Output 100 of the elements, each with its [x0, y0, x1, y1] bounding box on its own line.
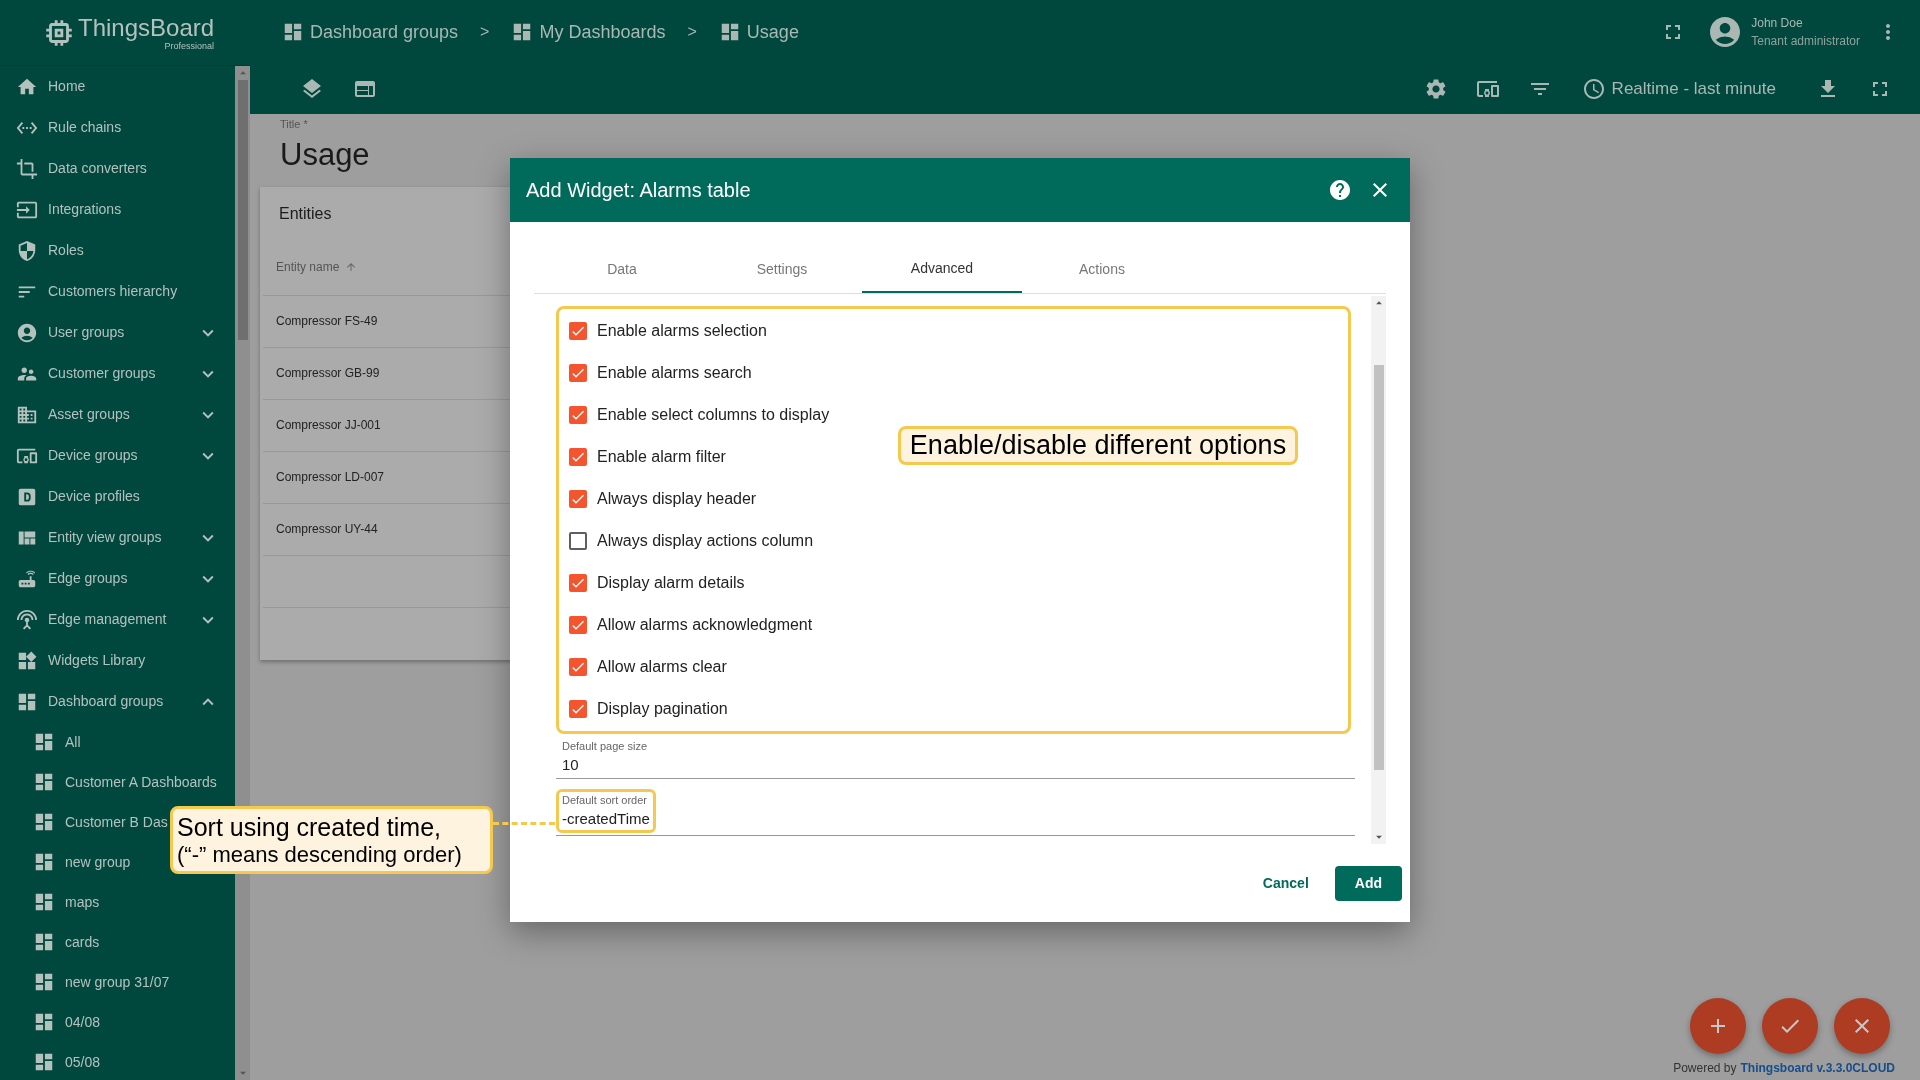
sidebar-subitem[interactable]: maps	[0, 882, 100, 922]
checkbox[interactable]	[569, 658, 587, 676]
logo-edition: Professional	[164, 40, 215, 51]
table-cell-text: Compressor UY-44	[276, 521, 378, 538]
column-header[interactable]: Entity name	[276, 257, 340, 276]
footer-text: Powered by	[1673, 1060, 1737, 1077]
sidebar-subitem[interactable]: All	[0, 722, 81, 762]
sidebar-item[interactable]: Home	[0, 66, 235, 107]
text-field[interactable]: Default page size 10	[556, 738, 1355, 779]
scrollbar-thumb[interactable]	[237, 80, 248, 340]
checkbox-label: Always display header	[597, 489, 757, 509]
checkbox[interactable]	[569, 364, 587, 382]
sidebar-subitem[interactable]: cards	[0, 922, 100, 962]
add-button[interactable]: Add	[1334, 865, 1402, 901]
breadcrumb-separator: >	[480, 22, 490, 42]
sidebar-item[interactable]: Integrations	[0, 189, 235, 230]
sidebar-subitem[interactable]: 04/08	[0, 1002, 101, 1042]
breadcrumb-link[interactable]: My Dashboards	[511, 18, 666, 46]
sidebar-subitem[interactable]: Customer A Dashboards	[0, 762, 217, 802]
dialog-title: Add Widget: Alarms table	[526, 178, 752, 203]
checkbox-label: Enable select columns to display	[597, 405, 830, 425]
dashboard-icon	[33, 971, 55, 993]
sidebar-item[interactable]: Entity view groups	[0, 517, 235, 558]
sidebar-subitem[interactable]: Customer B Das	[0, 802, 168, 842]
sidebar-subitem[interactable]: 05/08	[0, 1042, 101, 1080]
fab-button[interactable]	[1762, 998, 1818, 1054]
dashboard-icon	[33, 1011, 55, 1033]
sort-arrow-icon	[345, 260, 358, 273]
widgets-icon	[16, 649, 38, 672]
sidebar-item[interactable]: Device groups	[0, 435, 235, 476]
sidebar-item[interactable]: Data converters	[0, 148, 235, 189]
checkbox-label: Enable alarms selection	[597, 321, 767, 341]
table-cell-text: Compressor LD-007	[276, 469, 385, 486]
sidebar-item[interactable]: Customers hierarchy	[0, 271, 235, 312]
crop-icon	[16, 157, 38, 180]
sidebar-subitem[interactable]: new group	[0, 842, 131, 882]
checkbox[interactable]	[569, 700, 587, 718]
field-label: Title *	[280, 117, 309, 132]
dashboard-icon	[33, 931, 55, 953]
shield-icon	[16, 239, 38, 262]
sidebar-item[interactable]: Edge groups	[0, 558, 235, 599]
checkbox[interactable]	[569, 616, 587, 634]
clock-icon	[1581, 77, 1606, 101]
footer-link[interactable]: Thingsboard v.3.3.0CLOUD	[1740, 1059, 1895, 1077]
cancel-button[interactable]: Cancel	[1258, 865, 1313, 901]
sidebar-item[interactable]: User groups	[0, 312, 235, 353]
user-role: Tenant administrator	[1751, 33, 1860, 50]
callout: Enable/disable different options	[898, 426, 1298, 465]
dashboard-icon	[33, 731, 55, 753]
checkbox-label: Allow alarms acknowledgment	[597, 615, 813, 635]
breadcrumb-separator: >	[687, 22, 697, 42]
checkbox-label: Enable alarms search	[597, 363, 752, 383]
scrollbar-thumb[interactable]	[1373, 365, 1384, 770]
checkbox-label: Display pagination	[597, 699, 728, 719]
timewindow-button[interactable]: Realtime - last minute	[1581, 76, 1776, 102]
dashboard-icon	[282, 21, 304, 43]
text-field[interactable]: Default sort order -createdTime	[556, 789, 1355, 836]
checkbox-label: Allow alarms clear	[597, 657, 727, 677]
table-cell-text: Compressor GB-99	[276, 365, 380, 382]
antenna-icon	[16, 608, 38, 631]
checkbox[interactable]	[569, 406, 587, 424]
table-cell-text: Compressor JJ-001	[276, 417, 381, 434]
dashboard-icon	[33, 851, 55, 873]
breadcrumb-link[interactable]: Dashboard groups	[282, 18, 459, 46]
fab-button[interactable]	[1834, 998, 1890, 1054]
tab[interactable]: Data	[542, 246, 702, 293]
user-icon	[16, 321, 38, 344]
help-icon[interactable]	[1328, 178, 1352, 202]
sidebar-item[interactable]: Edge management	[0, 599, 235, 640]
checkbox-label: Display alarm details	[597, 573, 745, 593]
callout: Sort using created time, (“-” means descending order)	[170, 806, 493, 874]
checkbox-label: Enable alarm filter	[597, 447, 726, 467]
table-cell-text: Compressor FS-49	[276, 313, 378, 330]
sidebar-subitem[interactable]: new group 31/07	[0, 962, 170, 1002]
checkbox[interactable]	[569, 448, 587, 466]
dashboard-icon	[33, 811, 55, 833]
sidebar-item[interactable]: Customer groups	[0, 353, 235, 394]
dashboard-icon	[33, 771, 55, 793]
dashboard-icon	[33, 1051, 55, 1073]
checkbox-label: Always display actions column	[597, 531, 814, 551]
widget-title: Entities	[279, 203, 332, 224]
user-name: John Doe	[1751, 15, 1804, 32]
tab[interactable]: Actions	[1022, 246, 1182, 293]
tab[interactable]: Settings	[702, 246, 862, 293]
checkbox[interactable]	[569, 490, 587, 508]
sidebar-item[interactable]: Asset groups	[0, 394, 235, 435]
breadcrumb-link[interactable]: Usage	[718, 18, 799, 46]
tab[interactable]: Advanced	[862, 246, 1022, 293]
logo-text: ThingsBoard	[78, 14, 215, 41]
checkbox[interactable]	[569, 574, 587, 592]
checkbox[interactable]	[569, 322, 587, 340]
fab-button[interactable]	[1690, 998, 1746, 1054]
scrollbar[interactable]	[1371, 296, 1386, 844]
sidebar-item[interactable]: Device profiles	[0, 476, 235, 517]
sidebar-item[interactable]: Dashboard groups	[0, 681, 235, 722]
sidebar-item[interactable]: Widgets Library	[0, 640, 235, 681]
checkbox[interactable]	[569, 532, 587, 550]
sidebar-item[interactable]: Rule chains	[0, 107, 235, 148]
dashboard-icon	[33, 891, 55, 913]
sidebar-item[interactable]: Roles	[0, 230, 235, 271]
